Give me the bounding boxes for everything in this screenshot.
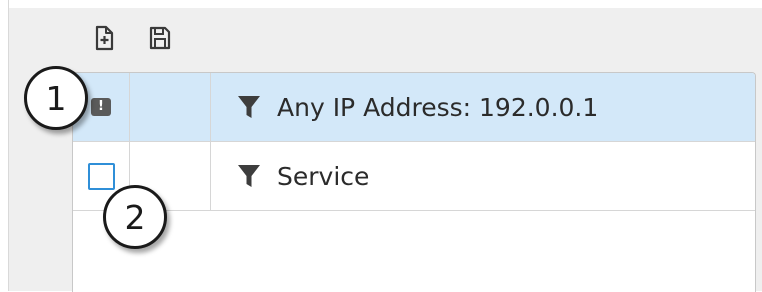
filter-label: Service (277, 161, 370, 191)
callout-marker-1: 1 (24, 66, 88, 130)
warning-icon: ! (91, 98, 111, 116)
row-checkbox[interactable] (87, 162, 115, 190)
new-file-button[interactable] (93, 24, 115, 52)
floppy-disk-icon (149, 26, 171, 50)
table-row[interactable]: Service (73, 142, 755, 211)
filter-funnel-icon (236, 162, 262, 190)
filter-cell: Service (211, 142, 369, 210)
filter-funnel-icon (236, 93, 262, 121)
table-row[interactable]: ! Any IP Address: 192.0.0.1 (73, 73, 755, 142)
filter-table: ! Any IP Address: 192.0.0.1 Service (72, 72, 756, 292)
column-divider (210, 73, 211, 210)
filter-label: Any IP Address: 192.0.0.1 (277, 92, 599, 122)
filter-cell: Any IP Address: 192.0.0.1 (211, 73, 598, 141)
callout-marker-2: 2 (103, 185, 167, 249)
save-button[interactable] (149, 24, 171, 52)
file-plus-icon (94, 25, 114, 51)
